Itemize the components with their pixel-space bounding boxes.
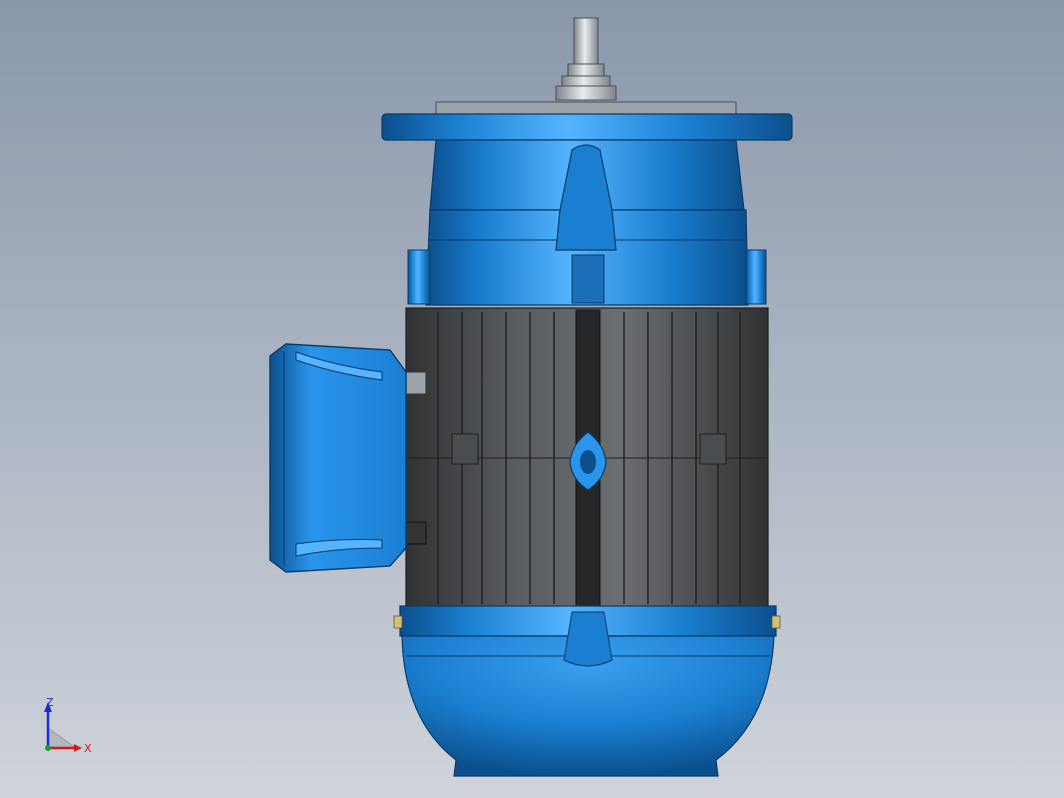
- mounting-flange: [381, 101, 793, 141]
- triad-origin: [45, 745, 51, 751]
- terminal-box: [269, 343, 427, 573]
- triad-x-arrowhead: [74, 744, 82, 752]
- orientation-triad[interactable]: Z X: [36, 694, 106, 764]
- stator-housing: [405, 307, 769, 609]
- motor-model-view[interactable]: [0, 0, 1064, 798]
- cad-viewport[interactable]: Z X: [0, 0, 1064, 798]
- triad-x-label: X: [84, 742, 92, 755]
- triad-z-label: Z: [46, 696, 54, 709]
- fan-cover: [393, 605, 781, 777]
- front-end-shield: [407, 139, 767, 306]
- triad-y-plane: [47, 727, 77, 749]
